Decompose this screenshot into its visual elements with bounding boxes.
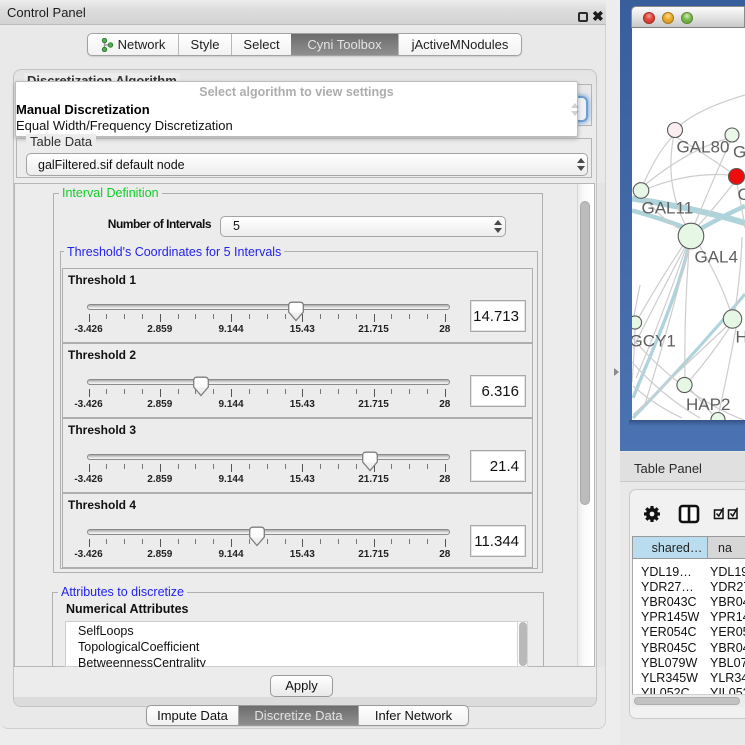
svg-text:GAL11: GAL11 — [642, 199, 694, 218]
svg-text:GAL80: GAL80 — [677, 138, 730, 157]
svg-text:CY: CY — [738, 185, 745, 204]
svg-text:GA: GA — [733, 143, 745, 162]
svg-text:GCY1: GCY1 — [632, 332, 676, 351]
svg-text:HAP2: HAP2 — [686, 395, 730, 414]
svg-text:HIS: HIS — [736, 328, 745, 347]
svg-text:GAL4: GAL4 — [695, 248, 738, 267]
